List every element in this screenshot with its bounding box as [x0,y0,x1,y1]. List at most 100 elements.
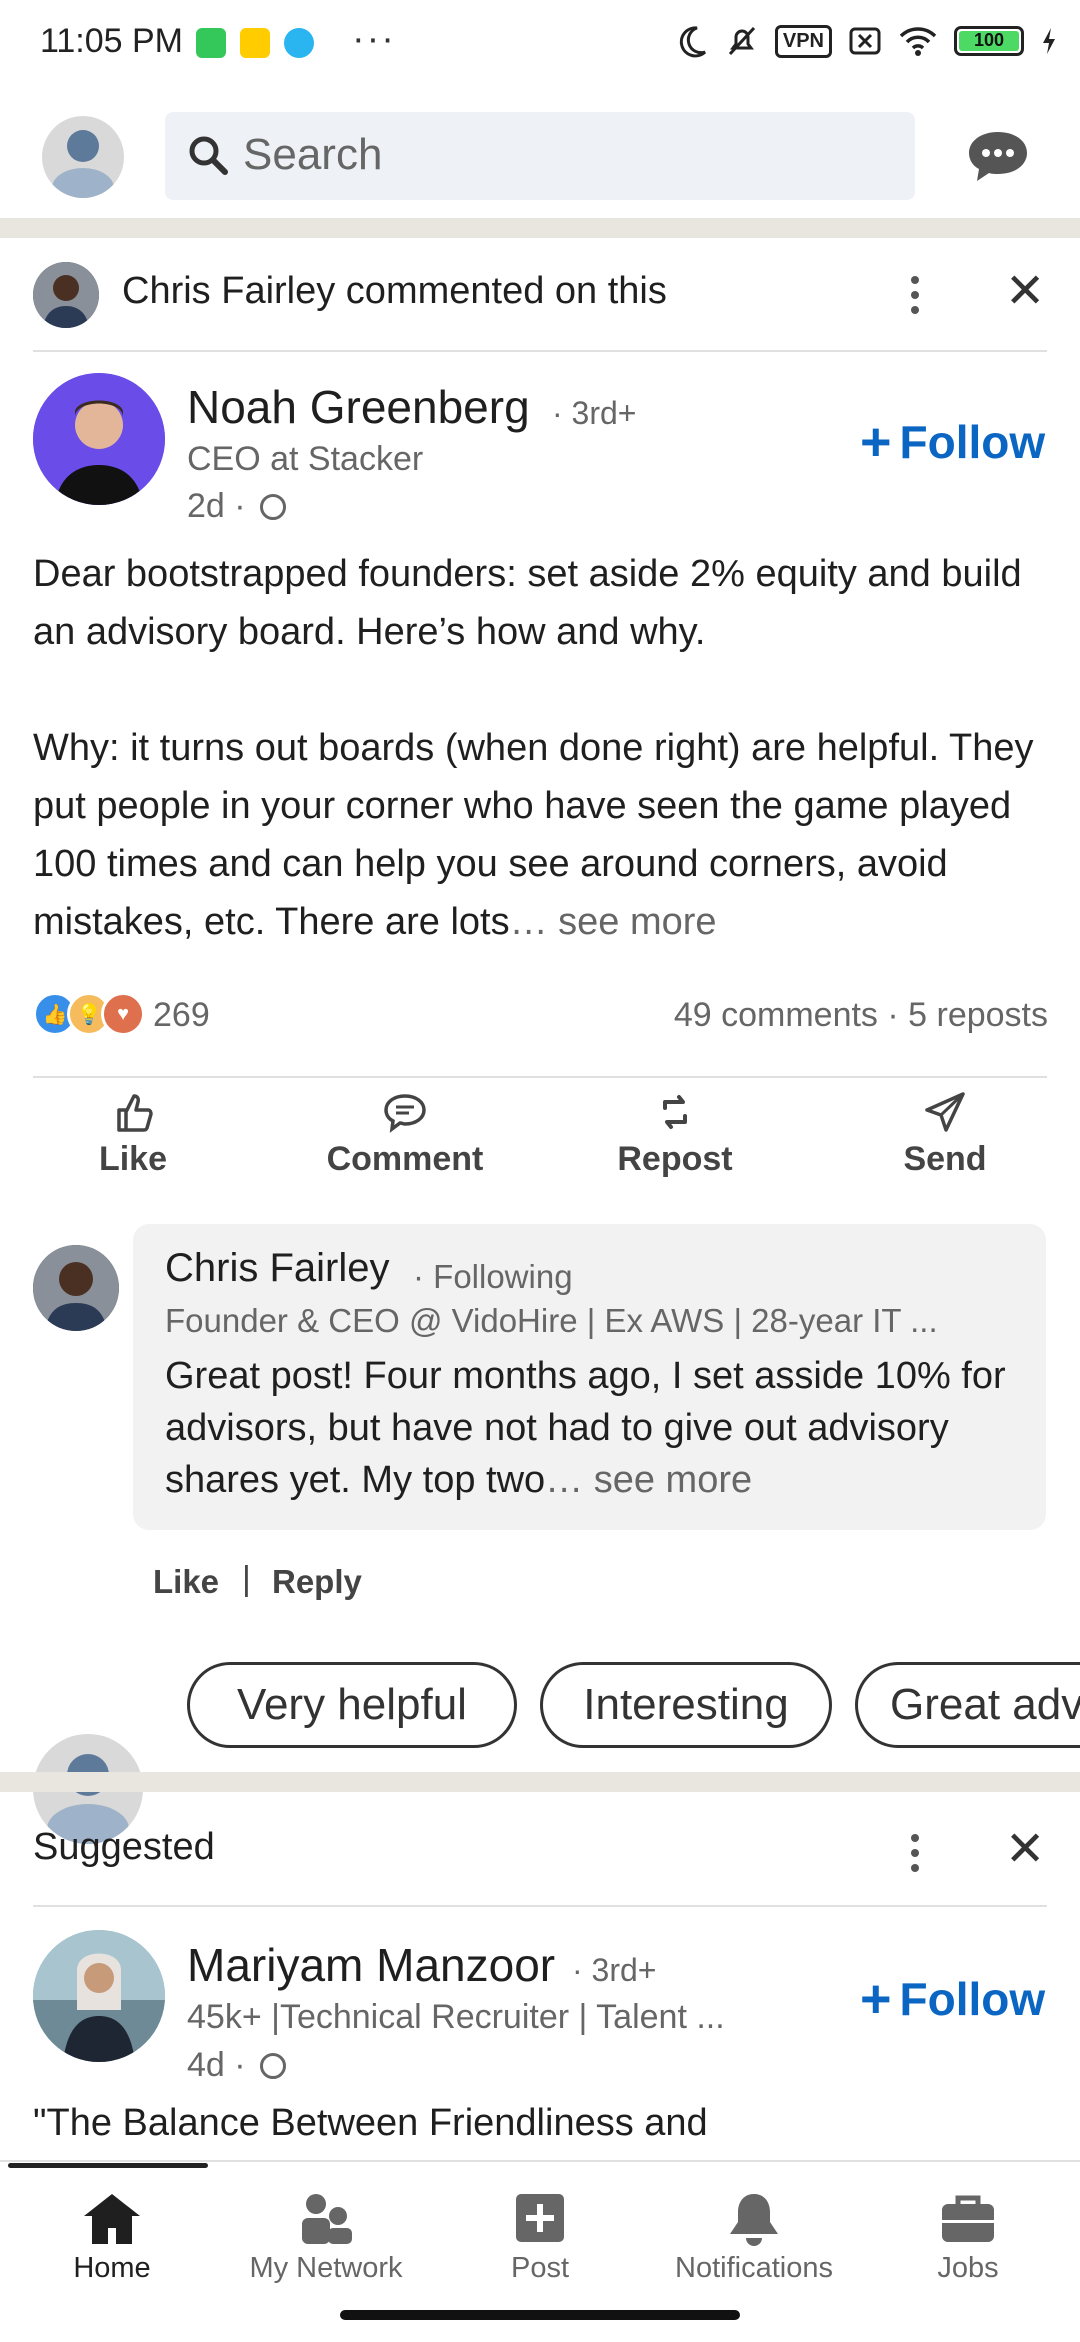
search-bar[interactable]: Search [165,112,915,200]
post-paragraph-2: Why: it turns out boards (when done righ… [33,727,1034,943]
network-icon [302,2194,352,2244]
nav-home-label: Home [73,2252,151,2284]
gesture-home-bar[interactable] [340,2310,740,2320]
quick-reply-chip[interactable]: Interesting [540,1662,832,1748]
comment-see-more-link[interactable]: … see more [545,1459,752,1501]
close-icon[interactable]: ✕ [1005,268,1045,316]
comment-reply-button[interactable]: Reply [272,1563,362,1601]
suggested-author-name[interactable]: Mariyam Manzoor [187,1938,555,1992]
nav-home[interactable]: Home [4,2190,220,2285]
suggested-post-text[interactable]: "The Balance Between Friendliness and [33,2102,708,2145]
actor-photo [33,262,99,328]
activity-action: commented on this [335,270,667,312]
repost-icon [663,1095,687,1129]
moon-icon [679,26,706,58]
reaction-count[interactable]: 269 [153,996,210,1035]
comment-bubble[interactable]: Chris Fairley · Following Founder & CEO … [133,1224,1046,1530]
author-name[interactable]: Noah Greenberg [187,380,530,434]
comment-like-button[interactable]: Like [153,1563,219,1601]
separator [33,350,1047,352]
suggested-menu-button[interactable] [910,1834,920,1872]
suggested-follow-button[interactable]: + Follow [860,1972,1045,2026]
battery-level: 100 [973,30,1005,50]
like-label: Like [98,1140,168,1178]
sim-off-icon [849,27,881,55]
commenter-name[interactable]: Chris Fairley [165,1246,389,1291]
post-icon [516,2194,564,2242]
nav-my-network[interactable]: My Network [218,2190,434,2285]
reaction-icons[interactable]: 👍 💡 ♥ [33,992,145,1036]
search-icon [189,136,228,175]
post-paragraph-1: Dear bootstrapped founders: set aside 2%… [33,553,1022,653]
status-time: 11:05 PM [40,22,184,60]
author-avatar[interactable] [33,373,165,505]
vpn-icon: VPN [774,24,832,58]
quick-reply-chip[interactable]: Great advice [855,1662,1080,1748]
post-menu-button[interactable] [910,276,920,314]
thumbs-up-icon [117,1094,153,1132]
briefcase-icon [942,2195,994,2242]
commenter-headline: Founder & CEO @ VidoHire | Ex AWS | 28-y… [165,1302,938,1339]
feed-divider [0,1772,1080,1792]
search-placeholder: Search [243,130,383,179]
suggested-author-photo [33,1930,165,2062]
follow-label: Follow [899,416,1046,468]
status-bar: 11:05 PM ··· VPN 100 [0,0,1080,95]
connection-degree: · 3rd+ [552,395,637,431]
follow-button[interactable]: + Follow [860,415,1045,469]
suggested-connection-degree: · 3rd+ [572,1952,657,1988]
status-right: VPN 100 [675,24,1058,58]
globe-icon [259,493,286,520]
wechat-icon [196,28,226,58]
home-icon [84,2194,140,2244]
notification-icons [196,28,314,58]
nav-my-network-label: My Network [249,2252,403,2284]
suggested-label: Suggested [33,1826,215,1868]
send-icon [925,1092,965,1132]
active-tab-indicator [8,2163,208,2168]
wifi-icon [899,27,937,56]
nav-jobs[interactable]: Jobs [860,2190,1076,2285]
nav-post-label: Post [510,2252,570,2284]
bell-muted-icon [728,26,755,56]
nav-notifications[interactable]: Notifications [646,2190,862,2285]
comment-label: Comment [326,1140,484,1178]
charging-icon [1043,28,1055,54]
nav-post[interactable]: Post [432,2190,648,2285]
comment-action-separator: | [242,1560,251,1598]
more-notifications-icon: ··· [352,18,396,60]
activity-header: Chris Fairley commented on this [122,270,667,313]
separator [33,1905,1047,1907]
follow-label: Follow [899,1973,1046,2025]
send-button[interactable]: Send [845,1090,1045,1179]
quick-reply-chip[interactable]: Very helpful [187,1662,517,1748]
commenter-avatar[interactable] [33,1245,119,1331]
post-meta: 2d · [187,487,286,526]
close-icon[interactable]: ✕ [1005,1826,1045,1874]
suggested-author-avatar[interactable] [33,1930,165,2062]
author-headline: CEO at Stacker [187,440,424,478]
comment-button[interactable]: Comment [305,1090,505,1179]
author-photo [33,373,165,505]
bird-app-icon [284,28,314,58]
bell-icon [730,2194,778,2246]
suggested-post-meta: 4d · [187,2046,286,2085]
nav-notifications-label: Notifications [675,2252,833,2284]
messaging-icon[interactable] [965,128,1031,184]
engagement-counts[interactable]: 49 comments · 5 reposts [674,996,1048,1035]
nav-jobs-label: Jobs [937,2252,999,2284]
plus-icon: + [860,1969,892,2029]
separator [33,1076,1047,1078]
activity-actor[interactable]: Chris Fairley [122,270,335,312]
send-label: Send [903,1140,987,1178]
profile-avatar-button[interactable] [42,116,124,198]
commenter-photo [33,1245,119,1331]
actor-avatar[interactable] [33,262,99,328]
comment-text: Great post! Four months ago, I set assid… [165,1355,1006,1501]
battery-icon: 100 [954,26,1024,56]
post-age: 2d · [187,487,246,525]
see-more-link[interactable]: … see more [510,901,717,943]
post-body[interactable]: Dear bootstrapped founders: set aside 2%… [33,545,1053,951]
like-button[interactable]: Like [33,1090,233,1179]
repost-button[interactable]: Repost [575,1090,775,1179]
